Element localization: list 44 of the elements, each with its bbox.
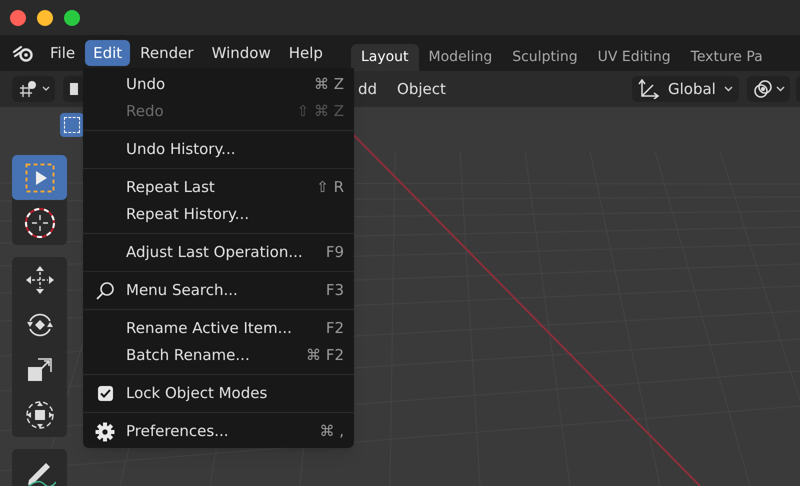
move-arrows-icon [24,264,56,296]
workspace-tab[interactable]: Layout [350,44,419,71]
axes-icon [638,79,660,99]
orientation-dropdown[interactable]: Global [632,76,739,102]
chevron-down-icon [724,86,733,92]
menu-item[interactable]: Preferences... ⌘ , [83,418,354,445]
workspace-tab[interactable]: Modeling [418,44,502,71]
workspace-tab[interactable]: Sculpting [502,44,588,71]
snapping-dropdown[interactable] [747,76,790,102]
close-button[interactable] [10,10,26,26]
select-box-mode-icon[interactable] [60,113,84,137]
select-box-icon [24,162,54,192]
workspace-tab[interactable]: UV Editing [588,44,681,71]
menu-item[interactable]: Rename Active Item... F2 [83,315,354,342]
header-menu-item[interactable]: dd [358,78,378,100]
transform-icon [24,398,56,430]
chevron-down-icon [42,86,50,92]
orientation-value: Global [668,78,716,100]
checkbox[interactable] [98,386,113,401]
menu-item[interactable]: Help [280,40,331,66]
menu-item[interactable]: Repeat Last ⇧ R [83,174,354,201]
menu-item[interactable]: Window [204,40,279,66]
settings-icon [95,422,115,442]
menu-item[interactable]: Lock Object Modes [83,380,354,407]
menu-item[interactable]: Render [132,40,202,66]
menu-item[interactable]: Repeat History... [83,201,354,228]
menu-item[interactable]: Batch Rename... ⌘ F2 [83,342,354,369]
minimize-button[interactable] [37,10,53,26]
editor-type-dropdown[interactable] [12,76,55,102]
menu-item[interactable]: Undo History... [83,136,354,163]
search-icon [95,280,115,300]
menu-item[interactable]: Undo ⌘ Z [83,71,354,98]
menu-item[interactable]: Adjust Last Operation... F9 [83,239,354,266]
link-icon [752,79,774,99]
menu-item[interactable]: Menu Search... F3 [83,277,354,304]
chevron-down-icon [776,86,785,92]
zoom-button[interactable] [64,10,80,26]
menu-item[interactable]: Edit [85,40,130,66]
mode-icon[interactable] [63,76,85,102]
workspace-tab[interactable]: Texture Pa [680,44,773,71]
cursor-target-icon [24,206,56,238]
menu-item[interactable]: File [42,40,84,66]
app-logo-icon[interactable] [12,44,34,62]
header-menu-item[interactable]: Object [397,78,446,100]
